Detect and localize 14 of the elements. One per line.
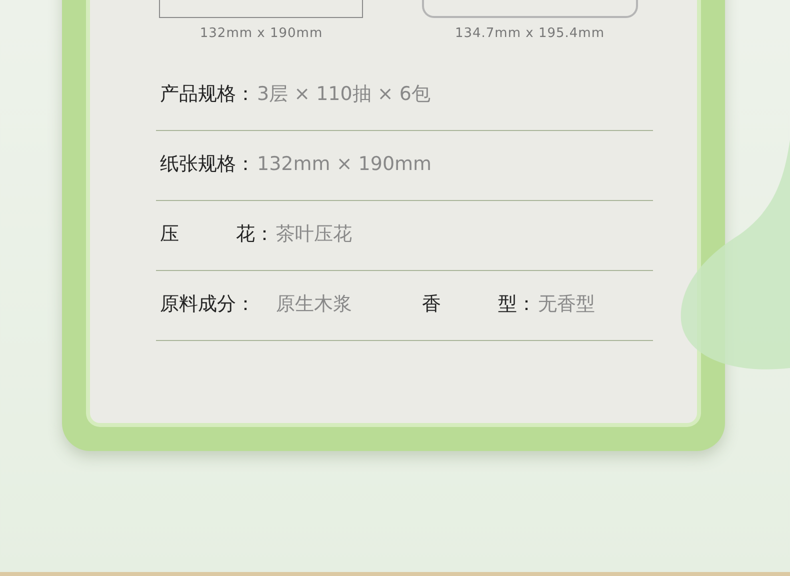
spec-label: 香 xyxy=(422,292,441,317)
spec-value: 无香型 xyxy=(538,292,595,317)
spec-value: 132mm × 190mm xyxy=(257,152,432,177)
size-caption: 134.7mm x 195.4mm xyxy=(454,25,605,43)
spec-label: 产品规格： xyxy=(160,82,255,107)
spec-value: 3层 × 110抽 × 6包 xyxy=(257,82,430,107)
spec-value: 原生木浆 xyxy=(276,292,352,317)
spec-label: 花： xyxy=(236,222,274,247)
size-caption: 132mm x 190mm xyxy=(200,25,323,43)
spec-label: 原料成分： xyxy=(160,292,255,317)
spec-value: 茶叶压花 xyxy=(276,222,352,247)
spec-label: 纸张规格： xyxy=(160,152,255,177)
spec-label: 压 xyxy=(160,222,179,247)
spec-label: 型： xyxy=(498,292,536,317)
